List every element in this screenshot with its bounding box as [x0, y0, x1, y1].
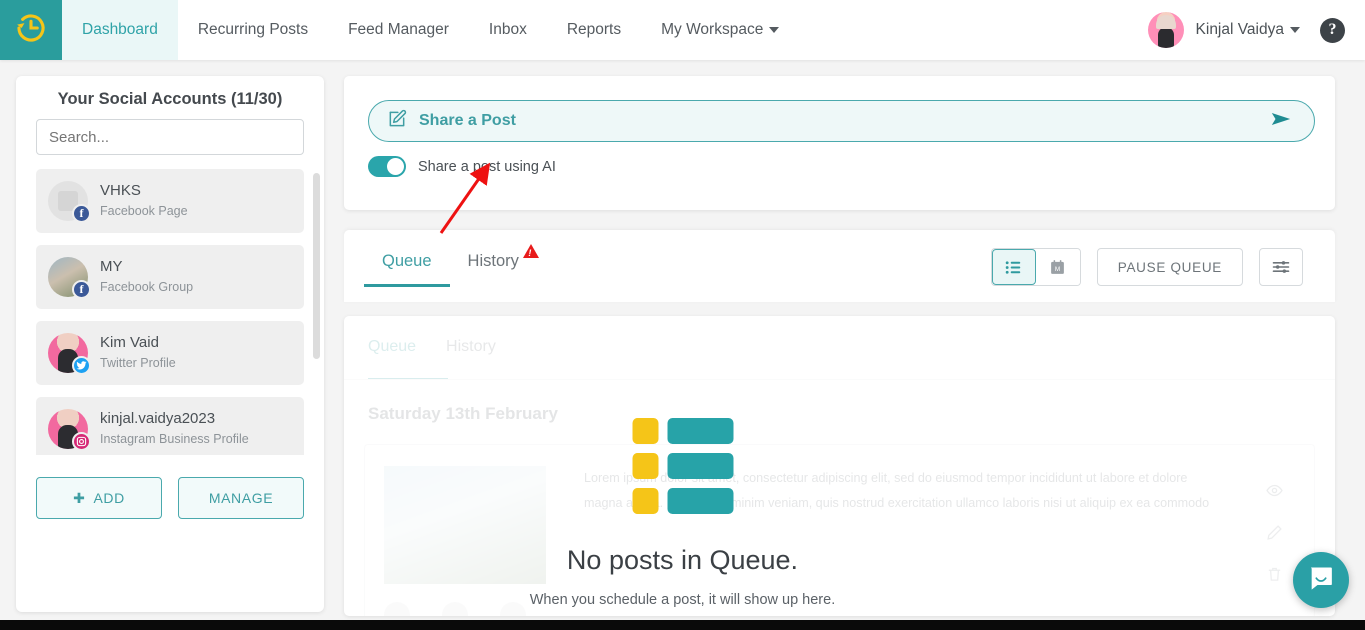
chevron-down-icon	[1290, 27, 1300, 33]
sidebar-title: Your Social Accounts (11/30)	[57, 90, 283, 108]
manage-button-label: MANAGE	[208, 490, 274, 506]
ai-toggle-label: Share a post using AI	[418, 158, 556, 175]
skeleton-tab-queue: Queue	[368, 338, 417, 355]
calendar-view-icon[interactable]: M	[1035, 249, 1080, 285]
account-item-my[interactable]: f MY Facebook Group	[36, 245, 304, 309]
avatar[interactable]	[1147, 12, 1184, 48]
user-menu[interactable]: Kinjal Vaidya	[1196, 21, 1300, 39]
manage-accounts-button[interactable]: MANAGE	[178, 477, 304, 519]
nav-item-dashboard[interactable]: Dashboard	[62, 0, 178, 60]
nav-label: My Workspace	[661, 21, 764, 38]
account-type: Facebook Page	[100, 204, 188, 219]
share-post-panel: Share a Post Share a post using AI	[344, 76, 1335, 210]
add-button-label: ADD	[93, 490, 125, 506]
help-icon[interactable]: ?	[1320, 17, 1345, 43]
share-using-ai-toggle[interactable]	[368, 156, 406, 177]
account-item-vhks[interactable]: f VHKS Facebook Page	[36, 169, 304, 233]
social-accounts-sidebar: Your Social Accounts (11/30) f VHKS Face…	[16, 76, 324, 612]
account-name: VHKS	[100, 182, 141, 200]
compose-pencil-icon	[387, 109, 407, 134]
account-avatar: f	[48, 181, 91, 223]
user-name-label: Kinjal Vaidya	[1195, 21, 1284, 38]
view-mode-toggle: M	[990, 248, 1081, 286]
instagram-icon	[72, 432, 91, 451]
warning-triangle-icon	[522, 244, 539, 258]
nav-label: Recurring Posts	[197, 21, 309, 38]
account-type: Instagram Business Profile	[100, 432, 249, 447]
account-item-kinjal-vaidya2023[interactable]: kinjal.vaidya2023 Instagram Business Pro…	[36, 397, 304, 455]
tab-queue[interactable]: Queue	[364, 230, 450, 287]
plus-icon: ✚	[73, 489, 86, 506]
nav-label: Dashboard	[82, 21, 158, 38]
twitter-icon	[72, 356, 91, 375]
sidebar-actions: ✚ ADD MANAGE	[16, 455, 324, 519]
svg-text:M: M	[1055, 266, 1060, 273]
queue-toolbar-panel: Queue History ! M PAUSE QUEUE	[344, 230, 1335, 302]
loading-bricks-animation	[632, 418, 733, 523]
account-avatar: f	[48, 257, 91, 299]
pencil-icon	[1266, 524, 1283, 546]
nav-item-reports[interactable]: Reports	[547, 0, 641, 60]
accounts-list: f VHKS Facebook Page f MY Facebook Group	[16, 169, 324, 455]
nav-menu: Dashboard Recurring Posts Feed Manager I…	[62, 0, 799, 60]
send-paper-plane-icon[interactable]	[1266, 108, 1296, 135]
queue-tabs: Queue History	[364, 230, 539, 287]
account-avatar	[48, 409, 91, 451]
pause-queue-label: PAUSE QUEUE	[1117, 259, 1222, 275]
account-type: Facebook Group	[100, 280, 194, 295]
chat-launcher-button[interactable]	[1293, 552, 1349, 608]
add-account-button[interactable]: ✚ ADD	[36, 477, 162, 519]
sidebar-scrollbar-thumb[interactable]	[313, 173, 320, 359]
intercom-chat-icon	[1307, 564, 1335, 597]
search-input[interactable]	[36, 119, 304, 155]
nav-item-feed-manager[interactable]: Feed Manager	[328, 0, 469, 60]
empty-queue-subtitle: When you schedule a post, it will show u…	[529, 592, 836, 608]
tab-label: Queue	[382, 252, 432, 270]
app-root: Dashboard Recurring Posts Feed Manager I…	[0, 0, 1365, 630]
account-type: Twitter Profile	[100, 356, 176, 371]
share-a-post-bar[interactable]: Share a Post	[368, 100, 1315, 142]
account-avatar	[48, 333, 91, 375]
empty-queue-title: No posts in Queue.	[566, 545, 799, 575]
nav-item-inbox[interactable]: Inbox	[469, 0, 547, 60]
facebook-icon: f	[72, 280, 91, 299]
account-name: Kim Vaid	[100, 334, 159, 352]
tab-history[interactable]: History	[450, 230, 539, 287]
filter-sliders-icon[interactable]	[1259, 248, 1303, 286]
queue-tools: M PAUSE QUEUE	[990, 230, 1335, 286]
top-navigation-bar: Dashboard Recurring Posts Feed Manager I…	[0, 0, 1365, 60]
clock-history-icon	[14, 11, 48, 50]
skeleton-date-heading: Saturday 13th February	[368, 404, 558, 423]
facebook-icon: f	[72, 204, 91, 223]
eye-icon	[1266, 482, 1283, 504]
account-name: MY	[100, 258, 123, 276]
search-wrap	[16, 119, 324, 155]
nav-label: Inbox	[488, 21, 527, 38]
chevron-down-icon	[769, 27, 780, 33]
bottom-black-bar	[0, 620, 1365, 630]
skeleton-tab-history: History	[446, 338, 496, 355]
app-logo[interactable]	[0, 0, 62, 60]
account-name: kinjal.vaidya2023	[100, 410, 216, 428]
pause-queue-button[interactable]: PAUSE QUEUE	[1096, 248, 1243, 286]
nav-item-recurring-posts[interactable]: Recurring Posts	[178, 0, 328, 60]
ai-toggle-row: Share a post using AI	[368, 156, 1335, 177]
nav-right-group: Kinjal Vaidya ?	[1147, 0, 1365, 60]
account-item-kim-vaid[interactable]: Kim Vaid Twitter Profile	[36, 321, 304, 385]
list-view-icon[interactable]	[991, 249, 1036, 285]
share-a-post-label: Share a Post	[419, 112, 516, 129]
tab-label: History	[467, 252, 519, 270]
nav-item-my-workspace[interactable]: My Workspace	[641, 0, 799, 60]
nav-label: Feed Manager	[348, 21, 449, 38]
nav-label: Reports	[566, 21, 622, 38]
